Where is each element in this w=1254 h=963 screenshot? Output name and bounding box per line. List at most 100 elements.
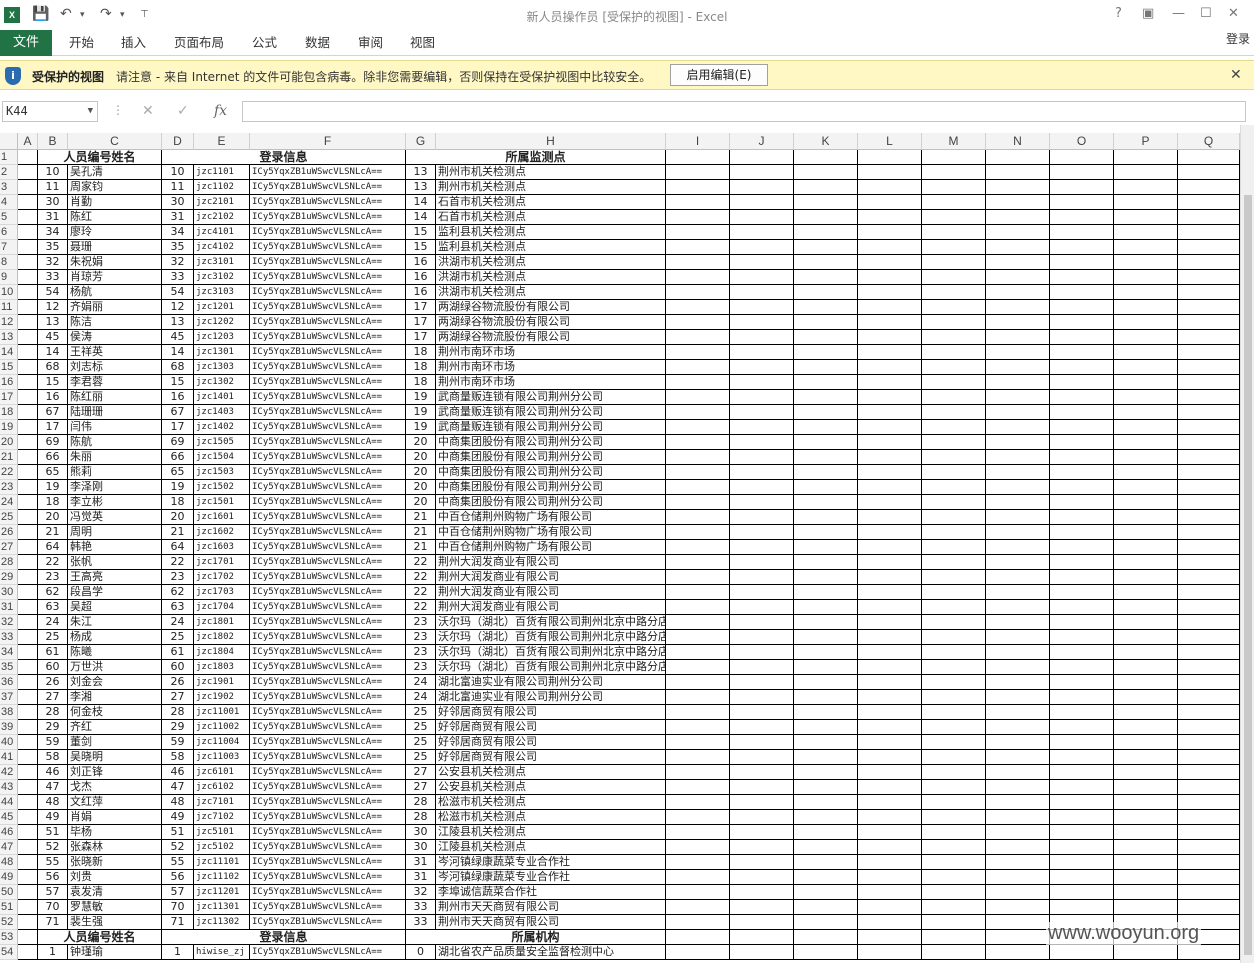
cell-point-id[interactable]: 16 [406,270,436,285]
cell-username[interactable]: jzc1203 [194,330,250,345]
cell-point-name[interactable]: 中百仓储荆州购物广场有限公司 [436,525,666,540]
cell-empty[interactable] [794,285,858,300]
cell-empty[interactable] [922,405,986,420]
cell-name[interactable]: 吴超 [68,600,162,615]
cell-point-name[interactable]: 荆州大润发商业有限公司 [436,600,666,615]
spreadsheet-grid[interactable]: A B C D E F G H I J K L M N O P Q 1 人员编号姓名 登录信息 所属监测点 2 10 吴孔清 1… [0,133,1240,963]
cell-password-hash[interactable]: ICy5YqxZB1uWSwcVLSNLcA== [250,585,406,600]
header-person-id-name[interactable]: 人员编号姓名 [38,150,162,165]
cell-empty[interactable] [858,405,922,420]
cell-empty[interactable] [986,600,1050,615]
cell-empty[interactable] [666,360,730,375]
cell-empty[interactable] [794,720,858,735]
cell-empty[interactable] [1050,570,1114,585]
cell-empty[interactable] [1114,675,1178,690]
cell-username[interactable]: jzc1101 [194,165,250,180]
cell-empty[interactable] [794,240,858,255]
cell-empty[interactable] [1050,315,1114,330]
cell-a[interactable] [18,870,38,885]
cell-empty[interactable] [666,780,730,795]
cell-empty[interactable] [1114,525,1178,540]
cell-point-id[interactable]: 0 [406,945,436,960]
cell-username[interactable]: jzc1701 [194,555,250,570]
cell-empty[interactable] [986,855,1050,870]
cell-name[interactable]: 钟瑾瑜 [68,945,162,960]
cell-empty[interactable] [794,735,858,750]
cell-person-id[interactable]: 69 [38,435,68,450]
cell-empty[interactable] [1114,900,1178,915]
cell-point-id[interactable]: 13 [406,165,436,180]
cell-point-name[interactable]: 沃尔玛（湖北）百货有限公司荆州北京中路分店 [436,645,666,660]
cell-empty[interactable] [986,765,1050,780]
cell-point-id[interactable]: 27 [406,765,436,780]
cell-password-hash[interactable]: ICy5YqxZB1uWSwcVLSNLcA== [250,210,406,225]
cell-empty[interactable] [794,390,858,405]
cell-password-hash[interactable]: ICy5YqxZB1uWSwcVLSNLcA== [250,540,406,555]
cell-empty[interactable] [922,750,986,765]
row-header[interactable]: 32 [0,615,18,630]
cell-empty[interactable] [858,825,922,840]
cell-password-hash[interactable]: ICy5YqxZB1uWSwcVLSNLcA== [250,285,406,300]
cell-name[interactable]: 齐红 [68,720,162,735]
cell-person-id[interactable]: 48 [38,795,68,810]
cell-user-id[interactable]: 47 [162,780,194,795]
cell-point-id[interactable]: 33 [406,900,436,915]
cell-empty[interactable] [858,885,922,900]
cell-empty[interactable] [1178,750,1240,765]
cell-name[interactable]: 董剑 [68,735,162,750]
select-all-corner[interactable] [0,133,18,150]
cell-empty[interactable] [986,915,1050,930]
cell-empty[interactable] [922,240,986,255]
row-header[interactable]: 46 [0,825,18,840]
cell-empty[interactable] [986,210,1050,225]
row-header[interactable]: 15 [0,360,18,375]
tab-home[interactable]: 开始 [69,30,94,56]
cell-person-id[interactable]: 62 [38,585,68,600]
cell-empty[interactable] [794,360,858,375]
cell-empty[interactable] [1050,840,1114,855]
cell-user-id[interactable]: 35 [162,240,194,255]
cell-empty[interactable] [922,225,986,240]
cell-password-hash[interactable]: ICy5YqxZB1uWSwcVLSNLcA== [250,825,406,840]
cell-empty[interactable] [1114,600,1178,615]
cell-empty[interactable] [666,345,730,360]
cell-empty[interactable] [986,615,1050,630]
cell-username[interactable]: jzc1301 [194,345,250,360]
cell-point-id[interactable]: 30 [406,825,436,840]
cell-empty[interactable] [794,570,858,585]
cell-empty[interactable] [986,225,1050,240]
cell-point-id[interactable]: 19 [406,390,436,405]
cell-name[interactable]: 张帆 [68,555,162,570]
cell-name[interactable]: 肖琼芳 [68,270,162,285]
cell-empty[interactable] [666,705,730,720]
cell-a[interactable] [18,795,38,810]
cell-person-id[interactable]: 29 [38,720,68,735]
cell-username[interactable]: jzc1302 [194,375,250,390]
cell-empty[interactable] [730,735,794,750]
cell-empty[interactable] [922,840,986,855]
row-header[interactable]: 26 [0,525,18,540]
cell-point-id[interactable]: 18 [406,345,436,360]
cell-username[interactable]: jzc1603 [194,540,250,555]
cell-a[interactable] [18,690,38,705]
cell-empty[interactable] [986,945,1050,960]
cell-person-id[interactable]: 10 [38,165,68,180]
cell-a[interactable] [18,420,38,435]
cell-password-hash[interactable]: ICy5YqxZB1uWSwcVLSNLcA== [250,900,406,915]
cell-password-hash[interactable]: ICy5YqxZB1uWSwcVLSNLcA== [250,345,406,360]
cell-point-name[interactable]: 公安县机关检测点 [436,780,666,795]
cell-empty[interactable] [858,855,922,870]
cell-empty[interactable] [730,690,794,705]
cell-person-id[interactable]: 49 [38,810,68,825]
cell-empty[interactable] [730,225,794,240]
insert-function-icon[interactable]: fx [214,103,227,119]
cell-a[interactable] [18,315,38,330]
cell-user-id[interactable]: 60 [162,660,194,675]
column-header-q[interactable]: Q [1178,133,1240,150]
cell-empty[interactable] [1114,795,1178,810]
cell-empty[interactable] [1050,390,1114,405]
row-header[interactable]: 6 [0,225,18,240]
cell-empty[interactable] [858,270,922,285]
cell-point-id[interactable]: 31 [406,870,436,885]
help-icon[interactable]: ? [1115,6,1122,21]
